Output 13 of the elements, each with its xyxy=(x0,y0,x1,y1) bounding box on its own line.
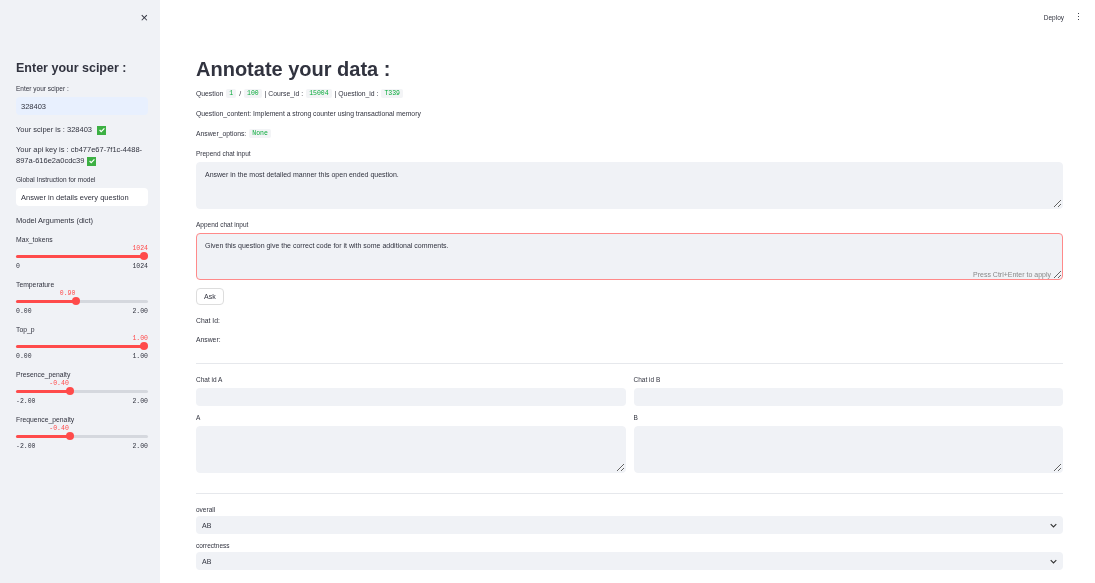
slider-thumb[interactable] xyxy=(140,252,148,260)
slider-thumb[interactable] xyxy=(65,387,74,395)
slider[interactable] xyxy=(16,252,148,260)
slider-thumb[interactable] xyxy=(71,297,80,305)
close-button[interactable]: × xyxy=(140,11,148,25)
slider-thumb[interactable] xyxy=(140,342,148,350)
chevron-icon xyxy=(1050,522,1057,528)
slider[interactable] xyxy=(16,342,148,350)
slider-thumb[interactable] xyxy=(65,432,74,440)
chevron-icon xyxy=(1050,558,1057,564)
page-title: Annotate your data : xyxy=(196,58,392,81)
sidebar-title: Enter your sciper : xyxy=(16,61,128,75)
menu-icon[interactable]: ⋮ xyxy=(1074,12,1083,22)
